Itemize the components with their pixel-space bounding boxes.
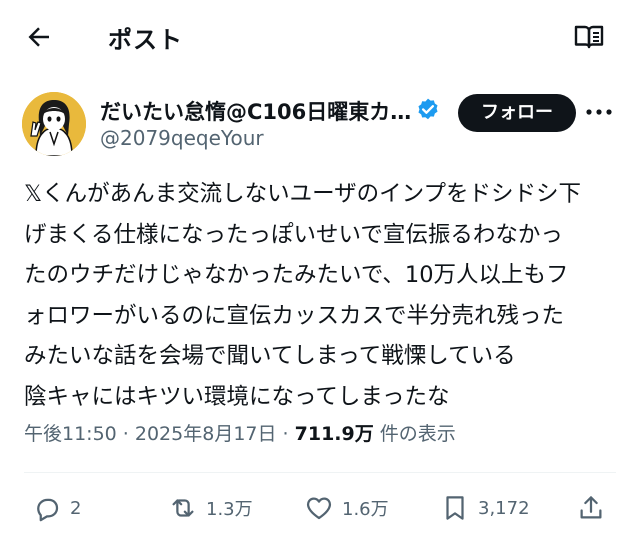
repost-count: 1.3万 — [206, 499, 253, 520]
back-arrow-icon[interactable] — [24, 22, 54, 52]
post-text-line: 陰キャにはキツい環境になってしまったな — [24, 383, 450, 410]
reply-button[interactable]: 2 — [32, 490, 81, 526]
post-text: 𝕏くんがあんま交流しないユーザのインプをドシドシ下 げまくる仕様になったっぽいせ… — [24, 174, 624, 417]
divider — [24, 472, 616, 473]
post-meta: 午後11:50 · 2025年8月17日 · 711.9万 件の表示 — [24, 419, 456, 446]
reply-count: 2 — [70, 497, 82, 519]
heart-icon — [306, 497, 332, 520]
view-count-label: 件の表示 — [373, 423, 456, 445]
repost-icon — [172, 499, 194, 517]
reader-mode-icon[interactable] — [574, 24, 604, 50]
reply-icon — [37, 498, 59, 522]
author-display-name[interactable]: だいたい怠惰@C106日曜東カ… — [100, 96, 410, 126]
post-text-line: 𝕏くんがあんま交流しないユーザのインプをドシドシ下 — [24, 181, 582, 207]
like-count: 1.6万 — [342, 499, 389, 520]
bookmark-icon — [446, 496, 464, 520]
avatar-illustration-icon — [22, 92, 86, 156]
post-text-line: ォロワーがいるのに宣伝カッスカスで半分売れ残った — [24, 302, 565, 329]
follow-button[interactable]: フォロー — [458, 94, 576, 132]
post-text-line: みたいな話を会場で聞いてしまって戦慄している — [24, 343, 516, 369]
top-bar: ポスト — [0, 0, 640, 74]
like-button[interactable]: 1.6万 — [304, 490, 389, 526]
share-icon — [580, 496, 602, 519]
share-button[interactable] — [576, 490, 606, 526]
more-options-icon[interactable] — [584, 106, 614, 118]
repost-button[interactable]: 1.3万 — [168, 490, 253, 526]
bookmark-button[interactable]: 3,172 — [440, 490, 530, 526]
avatar[interactable] — [22, 92, 86, 156]
verified-badge-icon — [418, 98, 438, 120]
view-count[interactable]: 711.9万 — [295, 423, 374, 445]
page-title: ポスト — [108, 26, 183, 54]
post-timestamp[interactable]: 午後11:50 · 2025年8月17日 · — [24, 423, 295, 445]
post-text-line: たのウチだけじゃなかったみたいで、10万人以上もフ — [24, 262, 569, 288]
author-handle[interactable]: @2079qeqeYour — [100, 126, 264, 150]
post-text-line: げまくる仕様になったっぽいせいで宣伝振るわなかっ — [24, 221, 563, 248]
bookmark-count: 3,172 — [478, 497, 530, 519]
